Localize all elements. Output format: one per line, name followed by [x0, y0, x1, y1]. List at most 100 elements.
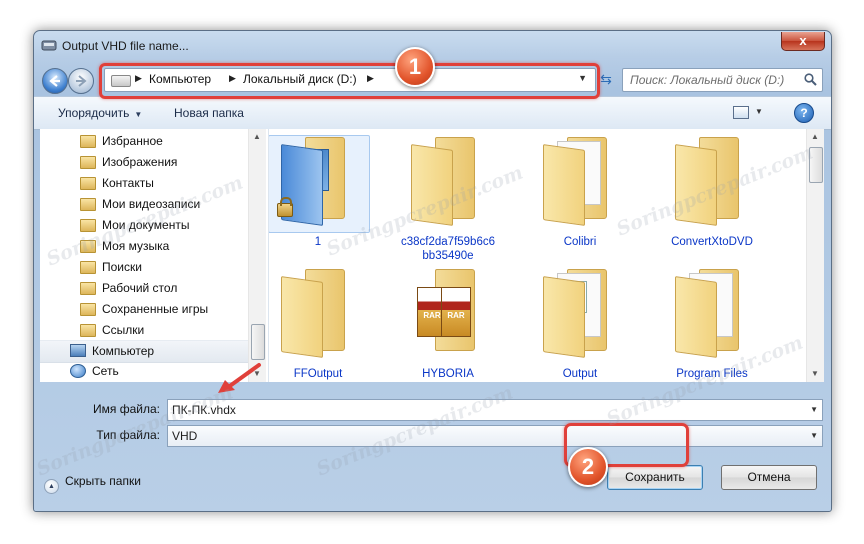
folder-front-shape — [281, 276, 323, 358]
scrollbar-thumb[interactable] — [251, 324, 265, 360]
title-bar[interactable]: Output VHD file name... x — [34, 31, 831, 59]
folder-icon — [80, 324, 96, 337]
step-1-badge: 1 — [395, 47, 435, 87]
close-button[interactable]: x — [781, 32, 825, 51]
app-icon — [41, 40, 57, 51]
chevron-down-icon[interactable]: ▼ — [810, 405, 818, 414]
file-item-ffoutput[interactable]: FFOutput — [269, 263, 377, 382]
nav-item-documents[interactable]: Мои документы — [40, 215, 250, 236]
filename-field[interactable]: ПК-ПК.vhdx ▼ — [167, 399, 823, 421]
nav-item-desktop[interactable]: Рабочий стол — [40, 278, 250, 299]
folder-icon — [80, 177, 96, 190]
nav-item-label: Моя музыка — [102, 239, 170, 253]
nav-item-pictures[interactable]: Изображения — [40, 152, 250, 173]
close-icon: x — [799, 33, 807, 48]
nav-item-links[interactable]: Ссылки — [40, 320, 250, 341]
file-item-colibri[interactable]: Colibri — [521, 131, 639, 261]
folder-icon — [80, 219, 96, 232]
file-name: HYBORIA — [422, 368, 474, 380]
address-bar[interactable]: ▶ Компьютер ▶ Локальный диск (D:) ▶ ▼ — [104, 68, 596, 92]
breadcrumb-separator-icon[interactable]: ▶ — [135, 73, 142, 84]
drive-icon — [111, 75, 131, 87]
folder-front-shape — [411, 144, 453, 226]
folder-icon — [277, 267, 345, 358]
file-item-program-files[interactable]: Program Files — [653, 263, 771, 382]
refresh-button[interactable]: ⇆ — [594, 68, 618, 92]
nav-item-label: Мои видеозаписи — [102, 197, 201, 211]
filename-label: Имя файла: — [93, 402, 160, 416]
nav-item-label: Изображения — [102, 155, 178, 169]
lock-icon — [277, 197, 293, 217]
window-title: Output VHD file name... — [62, 39, 189, 53]
folder-front-shape — [543, 276, 585, 358]
scroll-up-icon[interactable]: ▲ — [811, 132, 819, 141]
search-input[interactable]: Поиск: Локальный диск (D:) — [622, 68, 823, 92]
search-icon[interactable] — [804, 73, 817, 86]
chevron-up-icon: ▲ — [44, 479, 59, 494]
chevron-down-icon[interactable]: ▼ — [755, 107, 763, 116]
file-list-pane: 1 c38cf2da7f59b6c6bb35490e Colibri Conve… — [269, 129, 806, 382]
arrow-right-icon — [76, 75, 87, 87]
folder-icon — [80, 156, 96, 169]
file-item-c38cf2[interactable]: c38cf2da7f59b6c6bb35490e — [389, 131, 507, 262]
refresh-icon: ⇆ — [600, 71, 612, 87]
dialog-footer: Имя файла: ПК-ПК.vhdx ▼ Тип файла: VHD ▼… — [34, 383, 831, 511]
hide-folders-label: Скрыть папки — [65, 474, 141, 488]
forward-button[interactable] — [68, 68, 94, 94]
back-button[interactable] — [42, 68, 68, 94]
rar-archive-icon: RAR — [441, 287, 471, 337]
file-name: Program Files — [676, 368, 748, 380]
nav-item-label: Избранное — [102, 134, 163, 148]
scroll-down-icon[interactable]: ▼ — [253, 369, 261, 378]
folder-icon — [80, 198, 96, 211]
filetype-label: Тип файла: — [96, 428, 160, 442]
breadcrumb-computer[interactable]: Компьютер — [149, 72, 211, 86]
file-item-1[interactable]: 1 — [269, 131, 377, 261]
scroll-up-icon[interactable]: ▲ — [253, 132, 261, 141]
scroll-down-icon[interactable]: ▼ — [811, 369, 819, 378]
file-item-hyboria[interactable]: RAR RAR HYBORIA — [389, 263, 507, 382]
file-item-output[interactable]: Output — [521, 263, 639, 382]
file-name: ConvertXtoDVD — [671, 236, 753, 248]
nav-item-music[interactable]: Моя музыка — [40, 236, 250, 257]
folder-icon — [671, 135, 739, 226]
save-dialog-window: Output VHD file name... x ▶ Компьютер ▶ … — [33, 30, 832, 512]
new-folder-button[interactable]: Новая папка — [174, 106, 244, 120]
search-placeholder: Поиск: Локальный диск (D:) — [630, 73, 785, 87]
file-list-scrollbar[interactable]: ▲ ▼ — [806, 129, 824, 382]
nav-item-computer[interactable]: Компьютер — [40, 340, 250, 363]
chevron-down-icon: ▼ — [134, 110, 143, 119]
chevron-down-icon[interactable]: ▼ — [578, 73, 587, 83]
breadcrumb-separator-icon[interactable]: ▶ — [367, 73, 374, 84]
nav-item-label: Поиски — [102, 260, 142, 274]
filetype-value: VHD — [172, 429, 198, 443]
cancel-button[interactable]: Отмена — [721, 465, 817, 490]
folder-front-shape — [543, 144, 585, 226]
save-button[interactable]: Сохранить — [607, 465, 703, 490]
nav-item-videos[interactable]: Мои видеозаписи — [40, 194, 250, 215]
help-icon[interactable]: ? — [794, 103, 814, 123]
folder-icon — [671, 267, 739, 358]
nav-item-network[interactable]: Сеть — [40, 361, 250, 382]
folder-icon — [80, 282, 96, 295]
filetype-select[interactable]: VHD ▼ — [167, 425, 823, 447]
step-2-badge: 2 — [568, 447, 608, 487]
folder-icon — [80, 261, 96, 274]
file-item-convertxtodvd[interactable]: ConvertXtoDVD — [653, 131, 771, 261]
view-mode-icon[interactable] — [733, 106, 749, 119]
breadcrumb-local-disk[interactable]: Локальный диск (D:) — [243, 72, 357, 86]
folder-icon — [80, 135, 96, 148]
nav-item-label: Компьютер — [92, 344, 155, 358]
nav-item-contacts[interactable]: Контакты — [40, 173, 250, 194]
hide-folders-toggle[interactable]: ▲ Скрыть папки — [44, 474, 141, 494]
nav-item-favorites[interactable]: Избранное — [40, 131, 250, 152]
nav-scrollbar[interactable]: ▲ ▼ — [248, 129, 266, 382]
organize-button[interactable]: Упорядочить ▼ — [58, 106, 142, 120]
chevron-down-icon[interactable]: ▼ — [810, 431, 818, 440]
folder-icon — [80, 303, 96, 316]
nav-item-saved-games[interactable]: Сохраненные игры — [40, 299, 250, 320]
scrollbar-thumb[interactable] — [809, 147, 823, 183]
breadcrumb-separator-icon[interactable]: ▶ — [229, 73, 236, 84]
nav-item-label: Ссылки — [102, 323, 145, 337]
nav-item-searches[interactable]: Поиски — [40, 257, 250, 278]
